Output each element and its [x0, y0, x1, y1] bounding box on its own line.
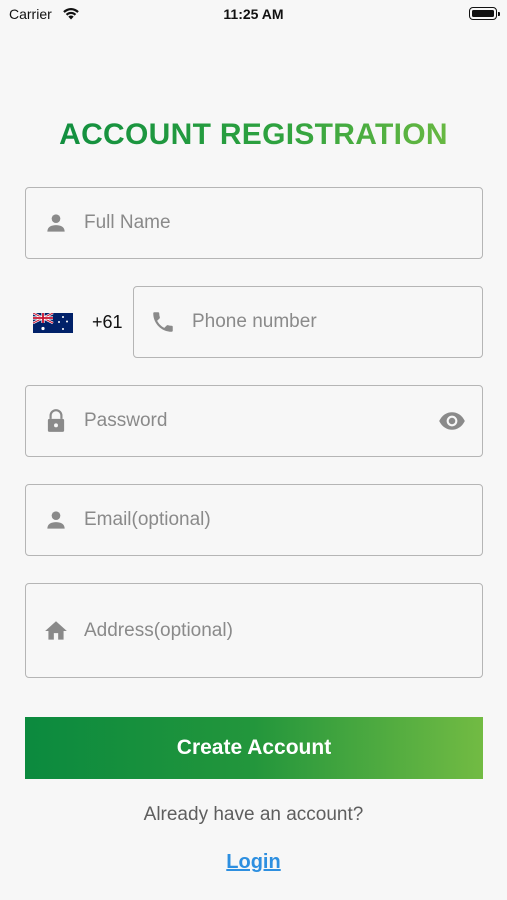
- person-icon: [47, 214, 65, 232]
- create-account-button[interactable]: Create Account: [25, 717, 483, 779]
- login-link[interactable]: Login: [0, 851, 507, 874]
- lock-icon: [47, 409, 65, 432]
- already-have-account-text: Already have an account?: [143, 804, 364, 825]
- full-name-placeholder: Full Name: [84, 212, 171, 233]
- email-field[interactable]: Email(optional): [25, 484, 483, 556]
- page-title: ACCOUNT REGISTRATION: [0, 118, 507, 152]
- phone-number-field[interactable]: Phone number: [133, 286, 483, 358]
- phone-placeholder: Phone number: [192, 311, 317, 332]
- phone-row: +61 Phone number: [25, 286, 483, 358]
- address-field[interactable]: Address(optional): [25, 583, 483, 678]
- country-dial-code[interactable]: +61: [92, 312, 123, 333]
- battery-icon: [469, 7, 500, 20]
- status-bar: Carrier 11:25 AM: [0, 0, 507, 28]
- password-field[interactable]: Password: [25, 385, 483, 457]
- status-time: 11:25 AM: [223, 6, 284, 22]
- address-placeholder: Address(optional): [84, 619, 233, 641]
- full-name-field[interactable]: Full Name: [25, 187, 483, 259]
- email-placeholder: Email(optional): [84, 509, 211, 530]
- eye-icon[interactable]: [438, 407, 466, 435]
- phone-icon: [153, 312, 173, 332]
- home-icon: [45, 620, 67, 640]
- password-placeholder: Password: [84, 410, 168, 431]
- person-icon: [47, 511, 65, 529]
- australia-flag-icon[interactable]: [33, 313, 73, 333]
